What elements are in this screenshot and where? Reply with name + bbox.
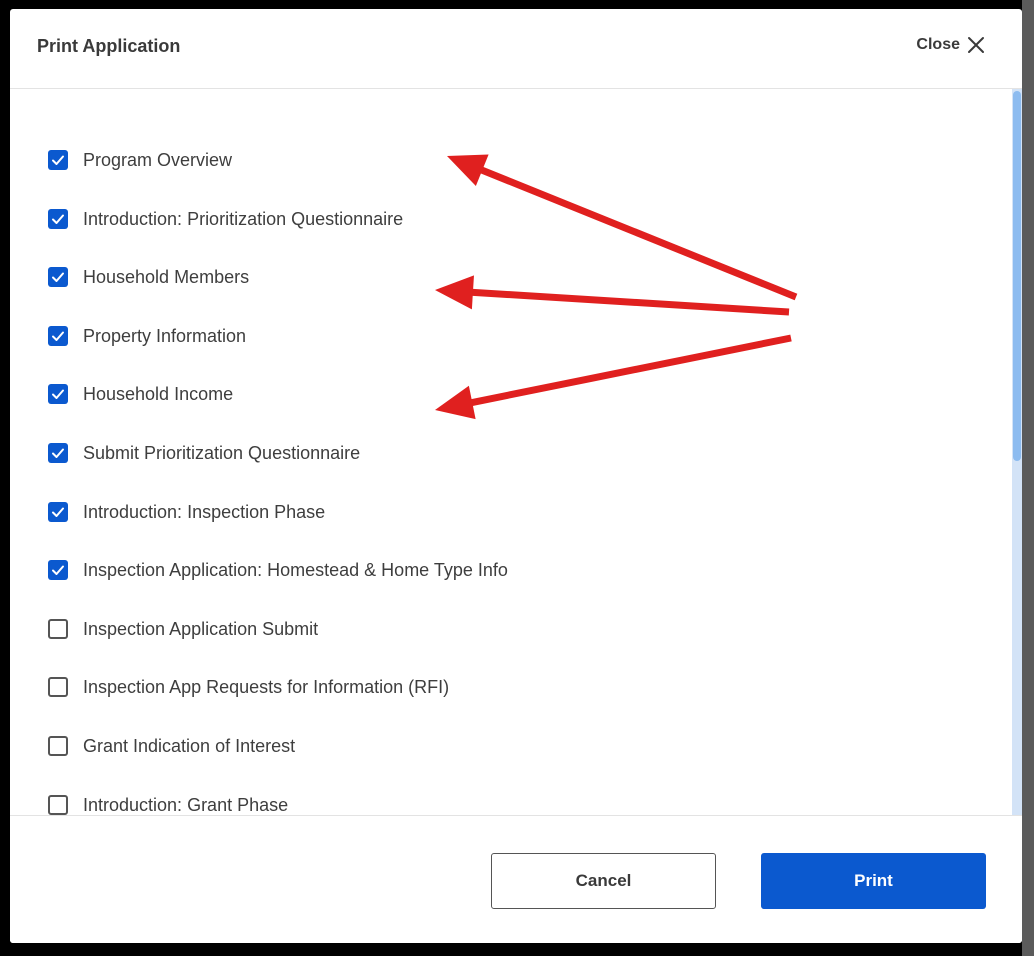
- close-label: Close: [916, 36, 960, 53]
- checklist-item[interactable]: Inspection Application Submit: [48, 614, 318, 644]
- cancel-button[interactable]: Cancel: [491, 853, 716, 909]
- checkmark-icon: [52, 565, 64, 575]
- checkbox[interactable]: [48, 736, 68, 756]
- checklist-item[interactable]: Grant Indication of Interest: [48, 731, 295, 761]
- dialog-title: Print Application: [37, 36, 181, 56]
- checklist-item[interactable]: Inspection App Requests for Information …: [48, 672, 449, 702]
- checkbox[interactable]: [48, 560, 68, 580]
- checklist-item-label: Property Information: [83, 325, 247, 346]
- checkbox[interactable]: [48, 384, 68, 404]
- checkbox[interactable]: [48, 326, 68, 346]
- checkbox[interactable]: [48, 502, 68, 522]
- scrollbar[interactable]: [1012, 89, 1022, 815]
- checklist-item-label: Inspection App Requests for Information …: [83, 676, 450, 697]
- checkbox[interactable]: [48, 677, 68, 697]
- checklist-item[interactable]: Introduction: Inspection Phase: [48, 497, 325, 527]
- checkmark-icon: [52, 448, 64, 458]
- checklist-item-label: Program Overview: [83, 149, 233, 170]
- checklist-item[interactable]: Property Information: [48, 321, 246, 351]
- checklist-item-label: Introduction: Inspection Phase: [83, 501, 326, 522]
- checklist-item-label: Inspection Application: Homestead & Home…: [83, 559, 508, 580]
- checklist-item[interactable]: Introduction: Prioritization Questionnai…: [48, 204, 403, 234]
- checkbox[interactable]: [48, 150, 68, 170]
- checkbox[interactable]: [48, 795, 68, 815]
- checklist-item[interactable]: Submit Prioritization Questionnaire: [48, 438, 360, 468]
- checklist-item[interactable]: Introduction: Grant Phase: [48, 790, 288, 815]
- checkmark-icon: [52, 155, 64, 165]
- checkbox[interactable]: [48, 619, 68, 639]
- checklist-item-label: Grant Indication of Interest: [83, 735, 296, 756]
- checklist-item[interactable]: Program Overview: [48, 145, 232, 175]
- checkmark-icon: [52, 507, 64, 517]
- page-backdrop: [1022, 0, 1034, 956]
- close-icon: [968, 37, 984, 53]
- checkmark-icon: [52, 331, 64, 341]
- print-button[interactable]: Print: [761, 853, 986, 909]
- checkmark-icon: [52, 214, 64, 224]
- print-application-dialog: Print Application Close Program Overview…: [10, 9, 1022, 943]
- close-button[interactable]: Close: [916, 35, 986, 55]
- checklist-item-label: Inspection Application Submit: [83, 618, 319, 639]
- checklist-item-label: Introduction: Prioritization Questionnai…: [83, 208, 404, 229]
- checkbox[interactable]: [48, 443, 68, 463]
- checklist-item-label: Household Members: [83, 266, 250, 287]
- checkmark-icon: [52, 389, 64, 399]
- checklist-item-label: Household Income: [83, 383, 234, 404]
- checklist-item-label: Introduction: Grant Phase: [83, 794, 289, 815]
- checklist-item[interactable]: Inspection Application: Homestead & Home…: [48, 555, 508, 585]
- scrollbar-thumb[interactable]: [1013, 91, 1021, 461]
- checklist-item[interactable]: Household Members: [48, 262, 249, 292]
- dialog-body: Program Overview Introduction: Prioritiza…: [10, 89, 1022, 815]
- checkbox[interactable]: [48, 209, 68, 229]
- checkmark-icon: [52, 272, 64, 282]
- dialog-footer: Cancel Print: [10, 815, 1022, 943]
- checklist-item-label: Submit Prioritization Questionnaire: [83, 442, 361, 463]
- dialog-header: Print Application Close: [10, 9, 1022, 89]
- checklist-item[interactable]: Household Income: [48, 379, 233, 409]
- checkbox[interactable]: [48, 267, 68, 287]
